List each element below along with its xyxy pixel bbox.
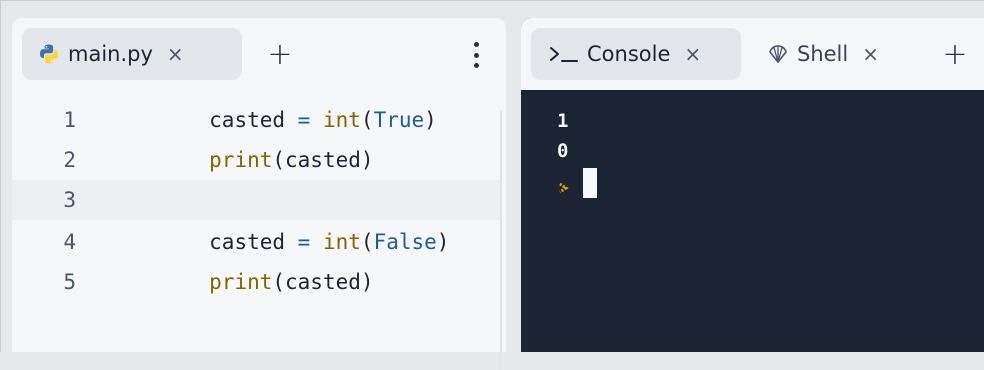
close-icon[interactable]: × <box>684 42 701 66</box>
add-tab-button[interactable]: + <box>935 34 975 74</box>
tab-main-py[interactable]: main.py × <box>22 28 242 80</box>
console-pane: Console × Shell × + 1 0 <box>521 18 984 352</box>
terminal-icon <box>549 44 579 64</box>
more-options-icon[interactable] <box>464 38 488 72</box>
tab-shell[interactable]: Shell × <box>757 28 917 80</box>
text-cursor <box>583 168 597 198</box>
line-number: 4 <box>63 230 76 254</box>
add-tab-button[interactable]: + <box>260 34 300 74</box>
line-number: 5 <box>63 270 76 294</box>
console-tabbar: Console × Shell × + <box>521 18 984 90</box>
python-icon <box>38 43 60 65</box>
line-number: 1 <box>63 108 76 132</box>
output-line: 0 <box>557 140 569 162</box>
code-line-5[interactable]: 5 print(casted) <box>12 262 500 302</box>
code-text: print(casted) <box>209 270 374 294</box>
close-icon[interactable]: × <box>167 42 184 66</box>
console-prompt[interactable] <box>557 166 597 200</box>
tab-label: main.py <box>68 42 153 66</box>
line-number: 2 <box>63 148 76 172</box>
editor-tabbar: main.py × + <box>12 18 506 90</box>
editor-scrollbar[interactable] <box>500 110 502 370</box>
prompt-chevron-icon <box>557 177 569 194</box>
line-number: 3 <box>63 188 76 212</box>
code-editor[interactable]: 1 casted = int(True) 2 print(casted) 3 4… <box>12 90 500 352</box>
console-output[interactable]: 1 0 <box>557 106 597 200</box>
close-icon[interactable]: × <box>862 42 879 66</box>
tab-console[interactable]: Console × <box>531 28 741 80</box>
editor-pane: main.py × + 1 casted = int(True) 2 print… <box>12 18 506 370</box>
code-line-2[interactable]: 2 print(casted) <box>12 140 500 180</box>
shell-icon <box>767 43 789 65</box>
output-line: 1 <box>557 110 569 132</box>
tab-label: Console <box>587 42 671 66</box>
tab-label: Shell <box>797 42 849 66</box>
